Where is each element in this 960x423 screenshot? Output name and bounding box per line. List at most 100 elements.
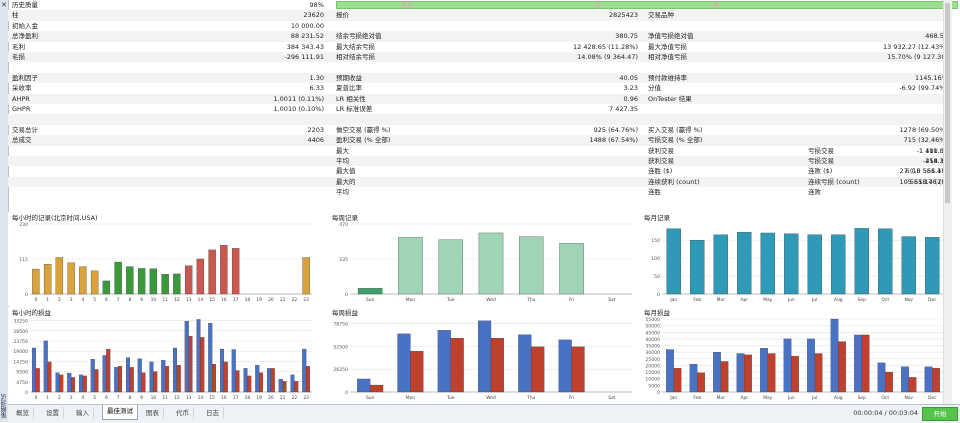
stat-value: 1278 (69.50%) — [899, 125, 948, 134]
bar — [78, 374, 83, 393]
stat-label: 相对结余亏损 — [336, 53, 375, 61]
x-tick-label: Aug — [834, 395, 843, 401]
close-icon[interactable]: ✕ — [0, 1, 8, 9]
bar — [901, 236, 916, 295]
stat-label: 毛损 — [12, 53, 25, 61]
x-tick-label: 22 — [292, 297, 298, 303]
stat-label: 获利交易 — [648, 157, 674, 165]
y-tick-label: 19000 — [13, 349, 28, 355]
stat-value: 2 — [878, 187, 948, 197]
stat-value: 1.30 — [309, 73, 324, 82]
bar — [43, 264, 52, 295]
bar — [43, 340, 48, 393]
bar — [885, 371, 893, 393]
bar — [231, 248, 240, 295]
tab-0[interactable]: 概览 — [12, 407, 34, 419]
x-tick-label: Sat — [608, 297, 615, 303]
bar — [149, 361, 154, 393]
y-tick-label: 23750 — [13, 339, 28, 345]
x-tick-label: 7 — [117, 395, 120, 401]
chart-4: 每周损益 0 26250 52500 78750 Sun Mon Tue Wed Thu Fri Sa… — [328, 307, 640, 404]
x-tick-label: 2 — [58, 297, 61, 303]
bar — [255, 365, 260, 393]
bar — [71, 377, 76, 393]
report-panel: 历史质量 98% 柱23620报价2825423交易品种1初始入金10 000.… — [8, 0, 958, 404]
bar — [490, 337, 505, 393]
bar — [67, 372, 72, 393]
tab-5[interactable]: 代币 — [172, 407, 194, 419]
stat-value: 10 000.00 — [290, 21, 324, 30]
bar — [760, 348, 768, 393]
stat-label: 连败 ($) — [808, 167, 833, 176]
bar — [830, 318, 839, 393]
bar — [478, 232, 504, 295]
y-tick-label: 0 — [345, 390, 348, 396]
chart-svg: 04750950014250190002375028500332500 1 2 3 4 5… — [13, 319, 312, 401]
stats-row: 采收率 6.33 夏普比率 3.23 分值 -6.92 (99.74%) — [8, 83, 952, 93]
x-tick-label: 11 — [162, 297, 168, 303]
stats-row: 初始入金 10 000.00 — [8, 21, 952, 31]
x-tick-label: 23 — [303, 297, 309, 303]
tab-4[interactable]: 图表 — [142, 407, 164, 419]
bar — [125, 357, 130, 393]
bar — [666, 228, 681, 295]
x-tick-label: Sat — [608, 395, 615, 401]
y-tick-label: 10000 — [645, 377, 660, 383]
x-tick-label: Jul — [811, 395, 817, 401]
bar — [357, 288, 383, 295]
bar — [410, 351, 424, 393]
x-tick-label: 8 — [128, 395, 131, 401]
tab-3[interactable]: 最佳测试 — [102, 405, 138, 420]
bar — [666, 349, 674, 393]
stat-value: 715 (32.46%) — [903, 136, 948, 145]
bar — [94, 369, 99, 393]
bar — [357, 378, 371, 393]
bar — [79, 266, 87, 295]
bar — [106, 348, 111, 393]
tab-1[interactable]: 设置 — [42, 407, 64, 419]
vertical-scrollbar[interactable] — [943, 0, 952, 404]
x-tick-label: Jan — [669, 395, 677, 401]
x-tick-label: 18 — [245, 395, 251, 401]
x-tick-label: Nov — [904, 297, 913, 303]
stat-label: 亏损交易 — [808, 146, 834, 155]
bar — [219, 348, 225, 393]
bar — [102, 280, 111, 295]
x-tick-label: 3 — [70, 297, 73, 303]
bar — [571, 346, 585, 393]
bar — [294, 381, 299, 393]
bar — [713, 234, 728, 295]
x-tick-label: 19 — [256, 297, 262, 303]
bar — [438, 239, 463, 295]
x-tick-label: Apr — [740, 297, 748, 303]
tab-6[interactable]: 日志 — [202, 407, 224, 419]
bar — [172, 347, 178, 393]
tab-2[interactable]: 输入 — [72, 407, 94, 419]
stat-label: 连续获利 (count) — [648, 177, 700, 186]
bar — [243, 368, 248, 393]
x-tick-label: 17 — [233, 395, 239, 401]
y-tick-label: 100 — [651, 256, 660, 262]
stat-label: 买入交易 (赢得 %) — [648, 125, 703, 134]
stat-value: 1488 (67.54%) — [589, 136, 638, 145]
bar — [118, 366, 123, 393]
scrollbar-thumb[interactable] — [945, 3, 950, 203]
x-tick-label: May — [763, 297, 772, 303]
stat-value: 23620 — [303, 11, 324, 20]
stat-label: GHPR — [12, 105, 31, 113]
bar — [370, 384, 384, 393]
stat-value: 6.33 — [309, 84, 324, 93]
bar — [689, 364, 698, 393]
bar — [450, 337, 464, 393]
x-tick-label: 16 — [221, 297, 227, 303]
bar — [102, 355, 107, 393]
x-tick-label: Sep — [858, 395, 866, 401]
start-button[interactable]: 开始 — [922, 407, 958, 421]
stat-value: 14.08% (9 364.47) — [577, 53, 638, 61]
stat-label: OnTester 结果 — [648, 94, 692, 103]
stats-row: 总成交 4406 盈利交易 (% 全部) 1488 (67.54%) 亏损交易 (% 全… — [8, 135, 952, 146]
stat-value: -414.14 — [922, 157, 948, 165]
x-tick-label: Jul — [811, 297, 817, 303]
chart-svg: 0500010000150002000025000300003500040000… — [645, 317, 944, 401]
bar — [854, 334, 862, 393]
